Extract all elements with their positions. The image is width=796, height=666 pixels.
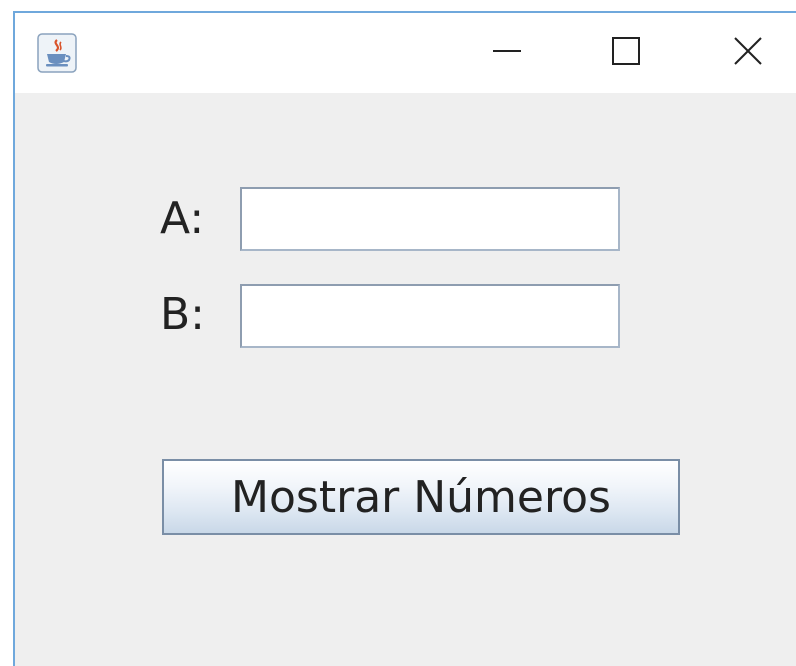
maximize-button[interactable] [598,25,654,81]
app-window: A: B: Mostrar Números [13,11,796,666]
input-a[interactable] [240,187,620,251]
minimize-icon [492,36,522,70]
maximize-icon [611,36,641,70]
title-bar[interactable] [15,13,796,93]
minimize-button[interactable] [479,25,535,81]
label-b: B: [160,289,206,340]
show-numbers-button-label: Mostrar Números [231,471,611,523]
close-icon [733,36,763,70]
java-coffee-icon[interactable] [37,33,77,73]
label-a: A: [160,193,205,244]
content-panel: A: B: Mostrar Números [15,93,796,666]
input-b[interactable] [240,284,620,348]
close-button[interactable] [720,25,776,81]
show-numbers-button[interactable]: Mostrar Números [162,459,680,535]
